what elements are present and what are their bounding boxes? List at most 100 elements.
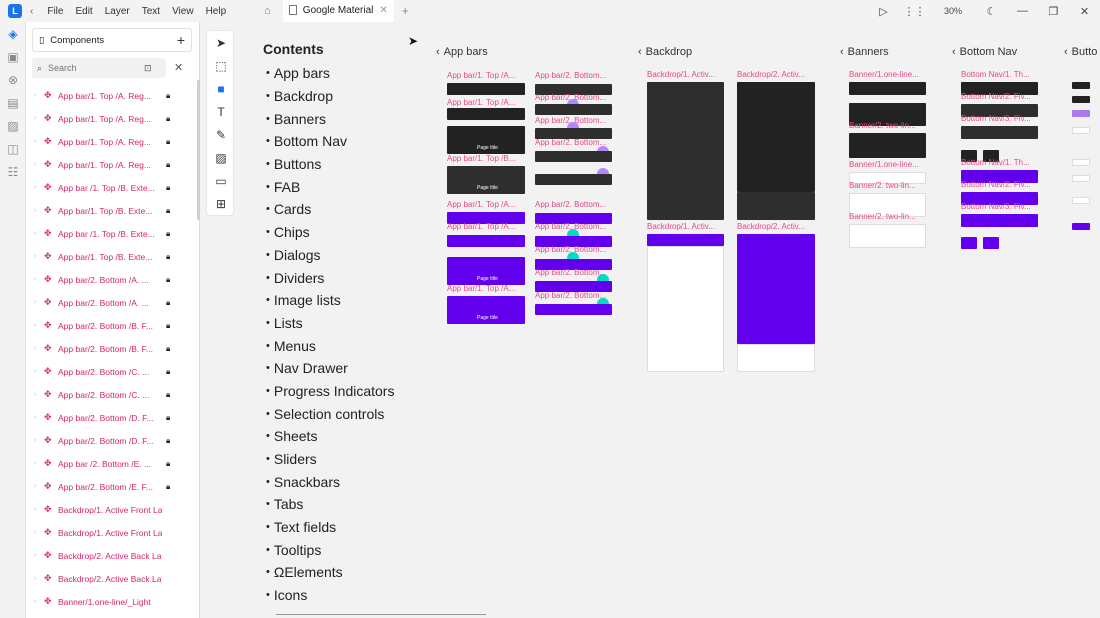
frame-tool-icon[interactable]: ⬚ bbox=[207, 54, 235, 77]
contents-item[interactable]: Tooltips bbox=[266, 538, 394, 561]
button-frame[interactable] bbox=[1072, 96, 1090, 103]
banner-frame[interactable] bbox=[849, 224, 926, 248]
tree-row[interactable]: › ✥ App bar/2. Bottom /D. F... 🔒︎ bbox=[26, 406, 196, 429]
button-frame[interactable] bbox=[1072, 159, 1090, 166]
lock-icon[interactable]: 🔒︎ bbox=[166, 321, 170, 331]
lock-icon[interactable]: 🔒︎ bbox=[166, 275, 170, 285]
contents-item[interactable]: Dialogs bbox=[266, 244, 394, 267]
contents-item[interactable]: FAB bbox=[266, 175, 394, 198]
minimize-icon[interactable]: — bbox=[1007, 5, 1038, 17]
lock-icon[interactable]: 🔒︎ bbox=[166, 298, 170, 308]
contents-item[interactable]: Lists bbox=[266, 312, 394, 335]
restore-icon[interactable]: ❐ bbox=[1038, 5, 1069, 18]
new-tab-icon[interactable]: + bbox=[402, 4, 409, 18]
back-arrow-icon[interactable]: ‹ bbox=[30, 6, 33, 17]
tree-row[interactable]: › ✥ Backdrop/1. Active Front Laye... bbox=[26, 521, 196, 544]
bottom-bar-frame[interactable] bbox=[535, 304, 612, 315]
tree-row[interactable]: › ✥ App bar/1. Top /A. Reg... 🔒︎ bbox=[26, 153, 196, 176]
frame-label[interactable]: App bar/1. Top /A... bbox=[447, 98, 525, 107]
chevron-right-icon[interactable]: › bbox=[34, 92, 40, 99]
frame-label[interactable]: App bar/1. Top /A... bbox=[447, 200, 525, 209]
lock-icon[interactable]: 🔒︎ bbox=[166, 436, 170, 446]
play-icon[interactable]: ▷ bbox=[868, 5, 899, 18]
tree-row[interactable]: › ✥ App bar/2. Bottom /E. F... 🔒︎ bbox=[26, 475, 196, 498]
chevron-right-icon[interactable]: › bbox=[34, 506, 40, 513]
frame-label[interactable]: Backdrop/2. Activ... bbox=[737, 70, 815, 79]
lock-icon[interactable]: 🔒︎ bbox=[166, 114, 170, 124]
lock-icon[interactable]: 🔒︎ bbox=[166, 459, 170, 469]
contents-item[interactable]: Dividers bbox=[266, 266, 394, 289]
chevron-right-icon[interactable]: › bbox=[34, 115, 40, 122]
tree-row[interactable]: › ✥ App bar/1. Top /A. Reg... 🔒︎ bbox=[26, 84, 196, 107]
lock-icon[interactable]: 🔒︎ bbox=[166, 252, 170, 262]
styles-icon[interactable]: ☷ bbox=[0, 160, 26, 183]
app-bar-frame[interactable]: Page title bbox=[447, 166, 525, 194]
backdrop-frame[interactable] bbox=[737, 234, 815, 344]
frame-label[interactable]: App bar/1. Top /A... bbox=[447, 284, 525, 293]
menu-edit[interactable]: Edit bbox=[69, 6, 98, 17]
chevron-right-icon[interactable]: › bbox=[34, 322, 40, 329]
chevron-right-icon[interactable]: › bbox=[34, 575, 40, 582]
app-bar-frame[interactable]: Page title bbox=[447, 126, 525, 154]
tree-row[interactable]: › ✥ Backdrop/2. Active Back Laye... bbox=[26, 544, 196, 567]
tree-row[interactable]: › ✥ App bar/2. Bottom /B. F... 🔒︎ bbox=[26, 337, 196, 360]
tree-row[interactable]: › ✥ App bar /2. Bottom /E. ... 🔒︎ bbox=[26, 452, 196, 475]
chevron-right-icon[interactable]: › bbox=[34, 598, 40, 605]
select-tool-icon[interactable]: ➤ bbox=[207, 31, 235, 54]
section-backdrop[interactable]: ‹ Backdrop bbox=[638, 46, 692, 58]
contents-item[interactable]: Snackbars bbox=[266, 470, 394, 493]
bottom-nav-frame[interactable] bbox=[961, 214, 1038, 227]
scan-icon[interactable]: ⊡ bbox=[144, 63, 152, 74]
slice-tool-icon[interactable]: ▭ bbox=[207, 169, 235, 192]
chevron-right-icon[interactable]: › bbox=[34, 161, 40, 168]
contents-item[interactable]: Menus bbox=[266, 334, 394, 357]
tree-row[interactable]: › ✥ Backdrop/1. Active Front Laye... bbox=[26, 498, 196, 521]
chevron-right-icon[interactable]: › bbox=[34, 207, 40, 214]
banner-frame[interactable] bbox=[849, 133, 926, 158]
chevron-right-icon[interactable]: › bbox=[34, 138, 40, 145]
frame-label[interactable]: Backdrop/1. Activ... bbox=[647, 70, 725, 79]
frame-label[interactable]: App bar/2. Bottom... bbox=[535, 200, 613, 209]
pen-tool-icon[interactable]: ✎ bbox=[207, 123, 235, 146]
panel-header[interactable]: ▯ Components + bbox=[32, 28, 192, 52]
grid-icon[interactable]: ⋮⋮ bbox=[899, 5, 930, 18]
chevron-right-icon[interactable]: › bbox=[34, 184, 40, 191]
search-input[interactable] bbox=[48, 63, 139, 73]
tree-row[interactable]: › ✥ App bar/1. Top /A. Reg... 🔒︎ bbox=[26, 107, 196, 130]
tree-row[interactable]: › ✥ App bar/1. Top /B. Exte... 🔒︎ bbox=[26, 199, 196, 222]
contents-item[interactable]: Image lists bbox=[266, 289, 394, 312]
contents-item[interactable]: Selection controls bbox=[266, 402, 394, 425]
contents-item[interactable]: Bottom Nav bbox=[266, 130, 394, 153]
assets-icon[interactable]: ▤ bbox=[0, 91, 26, 114]
chevron-right-icon[interactable]: › bbox=[34, 391, 40, 398]
button-frame[interactable] bbox=[1072, 110, 1090, 117]
contents-item[interactable]: ΩElements bbox=[266, 561, 394, 584]
contents-item[interactable]: Sheets bbox=[266, 425, 394, 448]
lock-icon[interactable]: 🔒︎ bbox=[166, 413, 170, 423]
lock-icon[interactable]: 🔒︎ bbox=[166, 344, 170, 354]
tree-row[interactable]: › ✥ App bar/1. Top /A. Reg... 🔒︎ bbox=[26, 130, 196, 153]
frame-label[interactable]: Backdrop/1. Activ... bbox=[647, 222, 725, 231]
backdrop-frame[interactable] bbox=[647, 82, 724, 220]
chevron-right-icon[interactable]: › bbox=[34, 253, 40, 260]
chevron-right-icon[interactable]: › bbox=[34, 552, 40, 559]
frame-label[interactable]: Bottom Nav/1. Th... bbox=[961, 70, 1039, 79]
chevron-right-icon[interactable]: › bbox=[34, 345, 40, 352]
app-bar-frame[interactable] bbox=[447, 108, 525, 120]
text-tool-icon[interactable]: T bbox=[207, 100, 235, 123]
frame-label[interactable]: Banner/1.one-line... bbox=[849, 160, 927, 169]
banner-frame[interactable] bbox=[849, 82, 926, 95]
lock-icon[interactable]: 🔒︎ bbox=[166, 482, 170, 492]
dark-mode-icon[interactable]: ☾ bbox=[976, 5, 1007, 18]
chevron-right-icon[interactable]: › bbox=[34, 276, 40, 283]
tree-row[interactable]: › ✥ App bar/2. Bottom /B. F... 🔒︎ bbox=[26, 314, 196, 337]
tree-row[interactable]: › ✥ App bar/2. Bottom /C. ... 🔒︎ bbox=[26, 383, 196, 406]
chevron-right-icon[interactable]: › bbox=[34, 299, 40, 306]
zoom-select[interactable]: 30% bbox=[930, 6, 976, 16]
menu-view[interactable]: View bbox=[166, 6, 200, 17]
chevron-right-icon[interactable]: › bbox=[34, 437, 40, 444]
chevron-right-icon[interactable]: › bbox=[34, 414, 40, 421]
collapse-icon[interactable]: ✕ bbox=[174, 61, 183, 74]
contents-item[interactable]: Progress Indicators bbox=[266, 380, 395, 403]
pages-icon[interactable]: ▣ bbox=[0, 45, 26, 68]
